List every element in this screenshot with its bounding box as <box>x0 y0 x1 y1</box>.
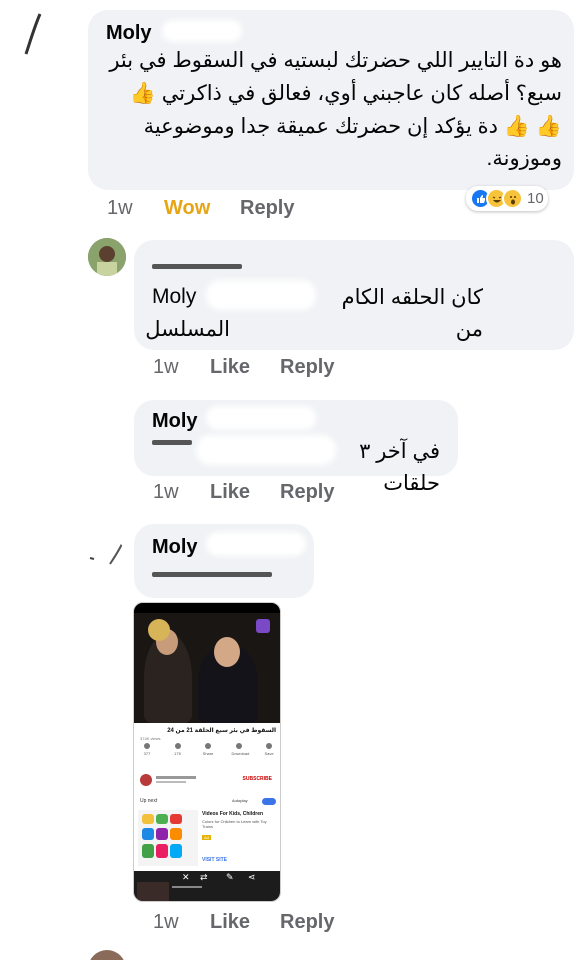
repost-icon[interactable]: ⇄ <box>200 872 208 883</box>
redacted-name <box>206 532 306 556</box>
status-bar <box>134 603 280 613</box>
edit-icon[interactable]: ✎ <box>226 872 234 883</box>
like-count-button[interactable]: 377 <box>140 743 154 756</box>
ad-thumbnail[interactable] <box>138 810 198 866</box>
wow-reaction-icon <box>502 188 523 209</box>
comment-author[interactable]: Moly <box>152 536 198 559</box>
avatar-photo-icon <box>88 238 126 276</box>
subscribe-button[interactable]: SUBSCRIBE <box>243 776 272 782</box>
next-video-meta-placeholder <box>172 886 202 888</box>
avatar[interactable] <box>88 950 126 960</box>
channel-row: SUBSCRIBE <box>140 773 276 787</box>
next-video-thumbnail[interactable] <box>137 882 169 901</box>
thumbs-up-icon: 👍 <box>129 81 156 105</box>
ad-description: Colors for Children to Learn with Toy Tr… <box>202 819 267 829</box>
thumbs-up-icon: 👍 <box>535 114 562 138</box>
reaction-count: 10 <box>527 190 544 207</box>
mention-tag[interactable]: Moly <box>152 285 196 309</box>
ad-title[interactable]: Videos For Kids, Children <box>202 811 263 817</box>
up-next-label: Up next <box>140 798 158 804</box>
comment-text: المسلسل <box>145 318 230 341</box>
redacted-name <box>206 280 316 310</box>
video-action-row: 377 175 Share Download Save <box>140 743 276 756</box>
channel-logo-icon <box>148 619 170 641</box>
reaction-summary[interactable]: 10 <box>466 186 548 211</box>
avatar[interactable] <box>88 238 126 276</box>
share-icon[interactable]: ⋖ <box>248 872 256 883</box>
video-views: 374K views <box>140 736 161 741</box>
comment-text: كان الحلقه الكام من <box>341 286 483 341</box>
avatar-fragment-icon <box>89 543 123 565</box>
redacted-name <box>152 440 192 445</box>
download-button[interactable]: Download <box>232 743 249 756</box>
like-button[interactable]: Like <box>210 481 250 504</box>
attached-screenshot[interactable]: السقوط في بئر سبع الحلقة 21 من 24 374K v… <box>133 602 281 902</box>
person-face <box>214 637 240 667</box>
channel-name-placeholder <box>156 776 196 779</box>
comment-author[interactable]: Moly <box>152 410 198 433</box>
network-logo-icon <box>256 619 270 633</box>
redacted-name <box>206 406 316 430</box>
comment-actions: 1w Like Reply <box>153 481 453 507</box>
video-title: السقوط في بئر سبع الحلقة 21 من 24 <box>167 728 276 734</box>
autoplay-label: Autoplay <box>232 798 248 803</box>
reply-button[interactable]: Reply <box>280 911 334 934</box>
comment-author[interactable]: Moly <box>106 22 152 45</box>
reply-button[interactable]: Reply <box>280 356 334 379</box>
channel-avatar[interactable] <box>140 774 152 786</box>
visit-site-button[interactable]: VISIT SITE <box>202 857 227 863</box>
comment-timestamp[interactable]: 1w <box>153 356 179 379</box>
share-button[interactable]: Share <box>201 743 215 756</box>
comment-timestamp[interactable]: 1w <box>153 481 179 504</box>
subscriber-placeholder <box>156 781 186 783</box>
reply-button[interactable]: Reply <box>280 481 334 504</box>
redacted-name <box>152 572 272 577</box>
avatar-fragment-icon <box>24 13 72 65</box>
avatar[interactable] <box>10 8 72 70</box>
like-button[interactable]: Like <box>210 356 250 379</box>
comment-timestamp[interactable]: 1w <box>107 197 133 220</box>
comment-actions: 1w Like Reply <box>153 356 453 382</box>
comment-actions: 1w Like Reply <box>153 911 453 937</box>
save-button[interactable]: Save <box>262 743 276 756</box>
reply-button[interactable]: Reply <box>240 197 294 220</box>
redacted-name <box>162 20 242 42</box>
video-player[interactable] <box>134 603 280 723</box>
close-icon[interactable]: ✕ <box>182 872 190 883</box>
ad-badge: Ad <box>202 835 211 840</box>
like-button[interactable]: Like <box>210 911 250 934</box>
thumbs-up-icon: 👍 <box>503 114 530 138</box>
dislike-count-button[interactable]: 175 <box>171 743 185 756</box>
comment-timestamp[interactable]: 1w <box>153 911 179 934</box>
wow-reaction-button[interactable]: Wow <box>164 197 210 220</box>
toy-cups-icon <box>142 814 182 858</box>
redacted-name <box>152 264 242 269</box>
comment-text: هو دة التايير اللي حضرتك لبستيه في السقو… <box>109 49 562 170</box>
avatar[interactable] <box>82 536 126 580</box>
autoplay-toggle[interactable] <box>262 798 276 805</box>
comment-actions: 1w Wow Reply <box>107 197 407 223</box>
